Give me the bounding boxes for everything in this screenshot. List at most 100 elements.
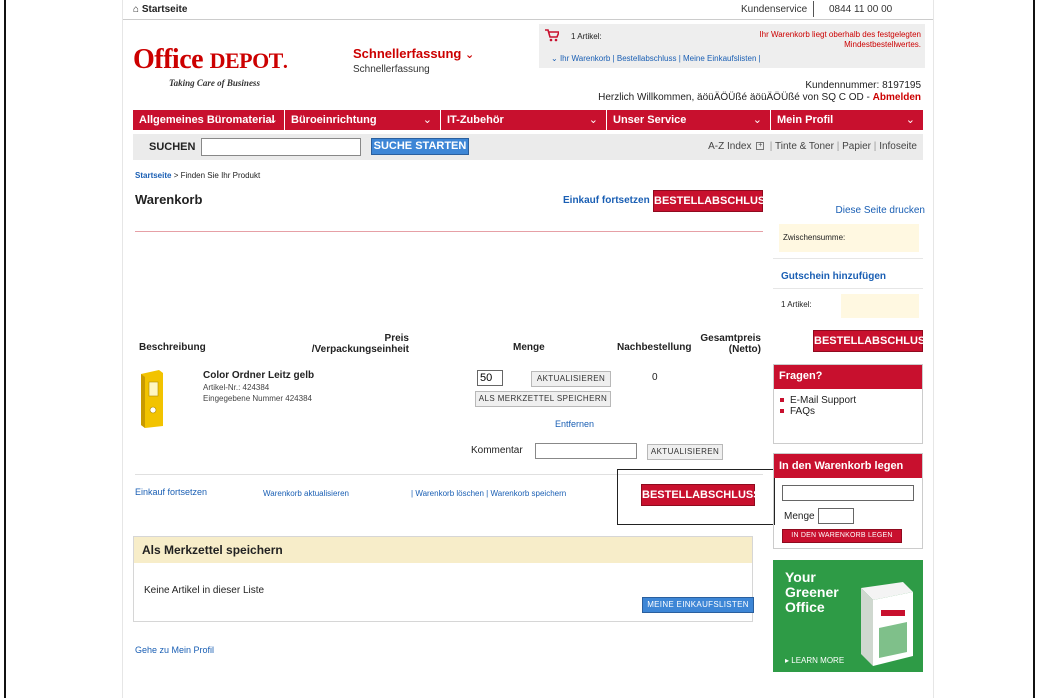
comment-label: Kommentar bbox=[471, 445, 523, 456]
questions-title: Fragen? bbox=[774, 365, 922, 389]
subtotal-box: Zwischensumme: bbox=[779, 224, 919, 252]
remove-item-link[interactable]: Entfernen bbox=[555, 419, 594, 429]
add-to-cart-button[interactable]: IN DEN WARENKORB LEGEN bbox=[782, 529, 902, 543]
learn-more-link[interactable]: ▸ LEARN MORE bbox=[785, 656, 844, 665]
continue-shopping-link-top[interactable]: Einkauf fortsetzen bbox=[563, 195, 650, 206]
office-depot-logo[interactable]: Office DEPOT. bbox=[133, 44, 288, 76]
nav-item-it-accessories[interactable]: IT-Zubehör ⌄ bbox=[441, 110, 607, 130]
home-link[interactable]: ⌂ Startseite bbox=[133, 4, 187, 15]
wishlist-empty-text: Keine Artikel in dieser Liste bbox=[144, 585, 265, 596]
divider bbox=[813, 1, 814, 17]
search-input[interactable] bbox=[201, 138, 361, 156]
update-comment-button[interactable]: AKTUALISIEREN bbox=[647, 444, 723, 460]
product-article-number: Artikel-Nr.: 424384 bbox=[203, 383, 270, 392]
phone-number: 0844 11 00 00 bbox=[829, 4, 893, 15]
checkout-button-side[interactable]: BESTELLABSCHLUSS bbox=[813, 330, 933, 352]
add-voucher-link[interactable]: Gutschein hinzufügen bbox=[781, 271, 886, 282]
quick-entry-subtitle: Schnellerfassung bbox=[353, 64, 430, 75]
chevron-down-icon: ⌄ bbox=[268, 114, 278, 126]
product-entered-number: Eingegebene Nummer 424384 bbox=[203, 394, 312, 403]
continue-shopping-link-bottom[interactable]: Einkauf fortsetzen bbox=[135, 487, 207, 497]
delete-cart-link[interactable]: Warenkorb löschen bbox=[415, 489, 484, 498]
article-number-input[interactable] bbox=[782, 485, 914, 501]
update-quantity-button[interactable]: AKTUALISIEREN bbox=[531, 371, 611, 387]
plus-box-icon[interactable]: + bbox=[756, 142, 765, 151]
save-to-list-button[interactable]: ALS MERKZETTEL SPEICHERN bbox=[475, 391, 611, 407]
checkout-link[interactable]: Bestellabschluss bbox=[617, 54, 677, 63]
product-image[interactable] bbox=[137, 370, 165, 428]
side-quantity-input[interactable] bbox=[818, 508, 854, 524]
reorder-value: 0 bbox=[652, 372, 658, 383]
checkout-button-bottom[interactable]: BESTELLABSCHLUSS bbox=[641, 484, 761, 506]
greener-office-promo[interactable]: Your Greener Office ▸ LEARN MORE bbox=[773, 560, 923, 672]
add-to-cart-box: In den Warenkorb legen Menge IN DEN WARE… bbox=[773, 453, 923, 549]
search-label: SUCHEN bbox=[149, 141, 196, 153]
print-page-link[interactable]: Diese Seite drucken bbox=[775, 205, 926, 216]
product-name[interactable]: Color Ordner Leitz gelb bbox=[203, 370, 314, 381]
welcome-line: Herzlich Willkommen, äöüÄÖÜßé äöüÄÖÜßé v… bbox=[598, 92, 921, 103]
cart-table-header: Beschreibung Preis /Verpackungseinheit M… bbox=[135, 332, 763, 362]
chevron-down-icon: ⌄ bbox=[422, 114, 432, 126]
cart-count: 1 Artikel: bbox=[571, 32, 602, 41]
logo-tagline: Taking Care of Business bbox=[169, 78, 260, 88]
min-order-notice: Ihr Warenkorb liegt oberhalb des festgel… bbox=[759, 30, 921, 49]
update-cart-link[interactable]: Warenkorb aktualisieren bbox=[263, 489, 349, 498]
bullet-icon bbox=[780, 409, 784, 414]
mini-cart: 1 Artikel: Ihr Warenkorb liegt oberhalb … bbox=[539, 24, 925, 68]
comment-input[interactable] bbox=[535, 443, 637, 459]
info-page-link[interactable]: Infoseite bbox=[879, 141, 917, 152]
cart-links: ⌄ Ihr Warenkorb | Bestellabschluss | Mei… bbox=[551, 54, 761, 63]
chevron-down-icon: ⌄ bbox=[905, 114, 915, 126]
search-button[interactable]: SUCHE STARTEN bbox=[371, 138, 469, 155]
faqs-link[interactable]: FAQs bbox=[780, 406, 922, 417]
items-count-box: 1 Artikel: bbox=[779, 294, 919, 318]
my-shopping-lists-button[interactable]: MEINE EINKAUFSLISTEN bbox=[642, 597, 754, 613]
logout-link[interactable]: Abmelden bbox=[873, 92, 921, 103]
house-icon: ⌂ bbox=[133, 4, 140, 15]
logo-wordmark: Office DEPOT. bbox=[133, 44, 288, 75]
quick-entry-dropdown[interactable]: Schnellerfassung ⌄ bbox=[353, 46, 474, 61]
ink-toner-link[interactable]: Tinte & Toner bbox=[775, 141, 834, 152]
chevron-down-icon: ⌄ bbox=[752, 114, 762, 126]
email-support-link[interactable]: E-Mail Support bbox=[780, 395, 922, 406]
col-price: Preis /Verpackungseinheit bbox=[311, 333, 409, 355]
window-frame-left bbox=[4, 0, 6, 698]
cart-actions-links: | Warenkorb löschen | Warenkorb speicher… bbox=[411, 489, 567, 498]
promo-headline: Your Greener Office bbox=[785, 569, 839, 615]
nav-item-service[interactable]: Unser Service ⌄ bbox=[607, 110, 771, 130]
checkout-button-top[interactable]: BESTELLABSCHLUSS bbox=[653, 190, 773, 212]
quantity-input[interactable] bbox=[477, 370, 503, 386]
subtotal-label: Zwischensumme: bbox=[783, 233, 846, 242]
breadcrumb: Startseite > Finden Sie Ihr Produkt bbox=[135, 171, 261, 180]
questions-box: Fragen? E-Mail Support FAQs bbox=[773, 364, 923, 444]
wishlist-title: Als Merkzettel speichern bbox=[134, 537, 752, 563]
my-profile-link[interactable]: Gehe zu Mein Profil bbox=[135, 645, 214, 655]
chevron-down-icon: ⌄ bbox=[465, 49, 475, 61]
window-frame-right bbox=[1033, 0, 1035, 698]
save-cart-link[interactable]: Warenkorb speichern bbox=[490, 489, 566, 498]
customer-service-link[interactable]: Kundenservice bbox=[741, 4, 807, 15]
divider bbox=[135, 231, 763, 232]
customer-number: Kundennummer: 8197195 bbox=[805, 80, 921, 91]
items-count-label: 1 Artikel: bbox=[781, 300, 812, 309]
col-quantity: Menge bbox=[513, 342, 545, 353]
nav-item-office-supplies[interactable]: Allgemeines Büromaterial ⌄ bbox=[133, 110, 285, 130]
shopping-lists-link[interactable]: Meine Einkaufslisten bbox=[683, 54, 756, 63]
main-nav: Allgemeines Büromaterial ⌄ Büroeinrichtun… bbox=[133, 110, 923, 130]
col-total: Gesamtpreis (Netto) bbox=[700, 333, 761, 355]
breadcrumb-home[interactable]: Startseite bbox=[135, 171, 171, 180]
search-bar: SUCHEN SUCHE STARTEN A-Z Index + | Tinte… bbox=[133, 134, 923, 160]
col-description: Beschreibung bbox=[139, 342, 206, 353]
chevron-down-icon: ⌄ bbox=[588, 114, 598, 126]
welcome-text: Herzlich Willkommen, äöüÄÖÜßé äöüÄÖÜßé v… bbox=[598, 92, 864, 103]
paper-link[interactable]: Papier bbox=[842, 141, 871, 152]
nav-item-furniture[interactable]: Büroeinrichtung ⌄ bbox=[285, 110, 441, 130]
your-cart-link[interactable]: Ihr Warenkorb bbox=[560, 54, 610, 63]
az-index-link[interactable]: A-Z Index bbox=[708, 141, 751, 152]
triangle-right-icon: ▸ bbox=[785, 656, 790, 665]
divider bbox=[773, 288, 923, 289]
cart-icon[interactable] bbox=[545, 29, 561, 45]
nav-item-profile[interactable]: Mein Profil ⌄ bbox=[771, 110, 923, 130]
col-reorder: Nachbestellung bbox=[617, 342, 692, 353]
page-title: Warenkorb bbox=[135, 192, 203, 207]
